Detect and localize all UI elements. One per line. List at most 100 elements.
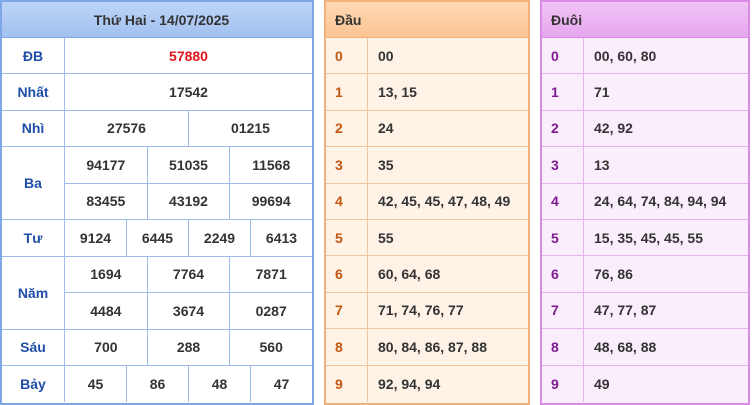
head-values: 60, 64, 68	[378, 266, 441, 283]
tail-row: 1 71	[542, 74, 748, 111]
prize-number: 51035	[148, 147, 231, 183]
prize-label: Nhì	[2, 110, 65, 147]
prize-number: 0287	[255, 302, 287, 319]
head-values: 92, 94, 94	[378, 375, 441, 392]
prize-row: Nhì 27576 01215	[2, 110, 312, 148]
prize-number: 86	[127, 365, 189, 403]
head-row: 4 42, 45, 45, 47, 48, 49	[326, 183, 528, 220]
prize-number: 45	[65, 365, 127, 403]
prize-number: 9124	[65, 220, 127, 256]
head-digit: 8	[326, 329, 368, 365]
prize-number: 57880	[169, 47, 208, 64]
tail-row: 7 47, 77, 87	[542, 292, 748, 330]
tail-values: 47, 77, 87	[594, 302, 657, 319]
tail-row: 4 24, 64, 74, 84, 94, 94	[542, 183, 748, 220]
prize-number: 17542	[169, 84, 208, 101]
head-row: 9 92, 94, 94	[326, 365, 528, 402]
prize-list: ĐB 57880 Nhất 17542 Nhì 27576 01215 Ba 94177 5103…	[2, 38, 312, 403]
prize-row: Nhất 17542	[2, 74, 312, 111]
tail-row: 3 13	[542, 147, 748, 184]
head-row: 6 60, 64, 68	[326, 256, 528, 293]
tail-row: 8 48, 68, 88	[542, 329, 748, 366]
tail-table: Đuôi 0 00, 60, 80 1 71 2 42, 92 3 13 4 24, 64, 74…	[540, 0, 750, 405]
prize-number: 7764	[148, 256, 231, 293]
prize-number: 83455	[65, 183, 148, 220]
head-values: 24	[378, 120, 394, 137]
head-list: 0 00 1 13, 15 2 24 3 35 4 42, 45, 45, 47, 48, 49 5…	[326, 38, 528, 402]
head-row: 3 35	[326, 147, 528, 184]
head-digit: 6	[326, 256, 368, 292]
prize-row: Năm 1694 7764 7871 4484 3674 0287	[2, 256, 312, 330]
prize-row: Bảy 45 86 48 47	[2, 365, 312, 403]
tail-digit: 9	[542, 365, 584, 402]
head-digit: 3	[326, 147, 368, 183]
prize-label: Sáu	[2, 329, 65, 365]
head-digit: 0	[326, 38, 368, 74]
prize-label: Tư	[2, 220, 65, 256]
tail-values: 48, 68, 88	[594, 338, 657, 355]
prize-number: 94177	[65, 147, 148, 183]
tail-digit: 1	[542, 74, 584, 110]
prize-row: Tư 9124 6445 2249 6413	[2, 220, 312, 257]
tail-digit: 4	[542, 183, 584, 219]
prize-label: ĐB	[2, 38, 65, 74]
head-values: 42, 45, 45, 47, 48, 49	[378, 193, 511, 210]
tail-digit: 8	[542, 329, 584, 365]
prize-number: 11568	[252, 156, 291, 173]
prize-row: ĐB 57880	[2, 38, 312, 75]
tail-header: Đuôi	[542, 2, 748, 38]
prize-number: 01215	[231, 120, 270, 137]
tail-digit: 7	[542, 292, 584, 329]
prize-number: 1694	[65, 256, 148, 293]
tail-list: 0 00, 60, 80 1 71 2 42, 92 3 13 4 24, 64, 74, 84,…	[542, 38, 748, 402]
tail-row: 9 49	[542, 365, 748, 402]
head-digit: 7	[326, 292, 368, 329]
head-digit: 4	[326, 183, 368, 219]
tail-values: 71	[594, 84, 610, 101]
prize-number: 27576	[65, 110, 189, 147]
head-digit: 2	[326, 110, 368, 147]
tail-values: 42, 92	[594, 120, 633, 137]
prize-number: 560	[259, 339, 283, 356]
head-values: 13, 15	[378, 84, 417, 101]
prize-number: 6445	[127, 220, 189, 256]
tail-digit: 0	[542, 38, 584, 74]
tail-row: 5 15, 35, 45, 45, 55	[542, 219, 748, 257]
head-row: 8 80, 84, 86, 87, 88	[326, 329, 528, 366]
results-date-header: Thứ Hai - 14/07/2025	[2, 2, 312, 38]
prize-number: 6413	[265, 229, 298, 246]
tail-values: 24, 64, 74, 84, 94, 94	[594, 193, 727, 210]
prize-number: 99694	[251, 193, 291, 210]
prize-label: Năm	[2, 256, 65, 329]
prize-label: Bảy	[2, 365, 65, 403]
tail-digit: 5	[542, 219, 584, 256]
head-row: 5 55	[326, 219, 528, 257]
head-row: 7 71, 74, 76, 77	[326, 292, 528, 330]
head-digit: 1	[326, 74, 368, 110]
tail-values: 13	[594, 156, 610, 173]
head-header: Đầu	[326, 2, 528, 38]
prize-number: 700	[65, 329, 148, 365]
prize-number: 48	[189, 365, 251, 403]
head-values: 55	[378, 229, 394, 246]
tail-values: 76, 86	[594, 266, 633, 283]
prize-row: Sáu 700 288 560	[2, 329, 312, 366]
head-row: 0 00	[326, 38, 528, 75]
results-table: Thứ Hai - 14/07/2025 ĐB 57880 Nhất 17542 Nhì…	[0, 0, 314, 405]
head-values: 00	[378, 47, 394, 64]
head-digit: 5	[326, 219, 368, 256]
tail-values: 15, 35, 45, 45, 55	[594, 229, 703, 246]
head-table: Đầu 0 00 1 13, 15 2 24 3 35 4 42, 45, 45, 47, 48,…	[324, 0, 530, 405]
tail-digit: 6	[542, 256, 584, 292]
tail-row: 6 76, 86	[542, 256, 748, 293]
tail-digit: 3	[542, 147, 584, 183]
head-row: 2 24	[326, 110, 528, 148]
tail-values: 49	[594, 375, 610, 392]
tail-row: 0 00, 60, 80	[542, 38, 748, 75]
prize-number: 288	[148, 329, 231, 365]
head-values: 80, 84, 86, 87, 88	[378, 338, 487, 355]
prize-number: 7871	[255, 266, 287, 283]
prize-number: 43192	[148, 183, 231, 220]
prize-number: 3674	[148, 293, 231, 329]
tail-digit: 2	[542, 110, 584, 147]
